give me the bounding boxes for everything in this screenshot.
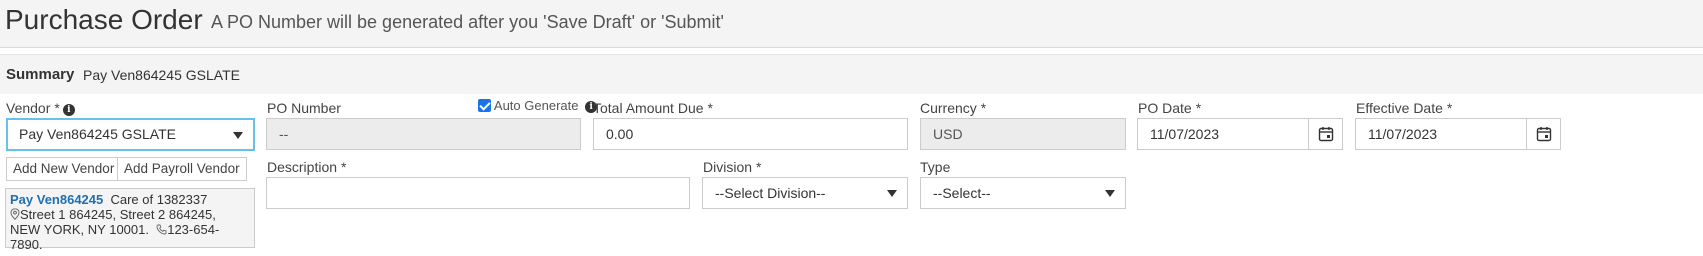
required-marker: * [707, 100, 713, 116]
auto-generate-label: Auto Generate [493, 98, 579, 113]
add-new-vendor-button[interactable]: Add New Vendor [6, 157, 122, 181]
vendor-info-card: Pay Ven864245 Care of 1382337 Street 1 8… [5, 188, 255, 252]
total-amount-label-wrap: Total Amount Due * [593, 100, 713, 116]
required-marker: * [980, 100, 987, 116]
po-number-field: -- [266, 118, 581, 150]
po-date-value: 11/07/2023 [1150, 126, 1220, 142]
description-input[interactable] [266, 177, 690, 209]
page-subtitle: A PO Number will be generated after you … [211, 12, 724, 32]
phone-icon [156, 224, 167, 235]
page-title: Purchase Order [5, 4, 203, 35]
chevron-down-icon [233, 132, 243, 139]
description-label-wrap: Description * [267, 159, 346, 175]
effective-date-value: 11/07/2023 [1368, 126, 1438, 142]
summary-label: Summary [6, 66, 75, 83]
effective-date-label: Effective Date [1356, 100, 1443, 116]
total-amount-label: Total Amount Due [593, 100, 704, 116]
division-label-wrap: Division * [703, 159, 761, 175]
po-date-calendar-button[interactable] [1308, 119, 1342, 149]
add-payroll-vendor-button[interactable]: Add Payroll Vendor [117, 157, 247, 181]
description-label: Description [267, 159, 338, 175]
chevron-down-icon [887, 190, 897, 197]
type-label: Type [920, 159, 951, 175]
summary-value: Pay Ven864245 GSLATE [83, 67, 240, 83]
effective-date-label-wrap: Effective Date * [1356, 100, 1452, 116]
vendor-city: NEW YORK, NY 10001. [10, 222, 149, 237]
po-date-input[interactable]: 11/07/2023 [1137, 118, 1343, 150]
map-pin-icon [10, 208, 20, 220]
calendar-icon [1318, 127, 1333, 142]
currency-label-wrap: Currency * [920, 100, 986, 116]
vendor-select[interactable]: Pay Ven864245 GSLATE [6, 118, 255, 151]
auto-generate-wrap: Auto Generate i [478, 98, 598, 113]
division-select[interactable]: --Select Division-- [702, 177, 908, 209]
type-selected-value: --Select-- [933, 185, 991, 201]
currency-field: USD [920, 118, 1126, 150]
vendor-label-wrap: Vendor * i [6, 100, 75, 116]
calendar-icon [1536, 127, 1551, 142]
required-marker: * [1195, 100, 1202, 116]
chevron-down-icon [1105, 190, 1115, 197]
vendor-selected-value: Pay Ven864245 GSLATE [19, 126, 176, 142]
required-marker: * [756, 159, 762, 175]
page-header: Purchase Order A PO Number will be gener… [0, 0, 1703, 48]
effective-date-calendar-button[interactable] [1526, 119, 1560, 149]
currency-label: Currency [920, 100, 977, 116]
vendor-label: Vendor [6, 100, 51, 116]
total-amount-input[interactable]: 0.00 [593, 118, 908, 150]
vendor-address: Street 1 864245, Street 2 864245, [20, 207, 216, 222]
type-select[interactable]: --Select-- [920, 177, 1126, 209]
auto-generate-checkbox[interactable] [478, 99, 491, 112]
division-selected-value: --Select Division-- [715, 185, 826, 201]
po-number-label: PO Number [267, 100, 341, 116]
required-marker: * [1446, 100, 1453, 116]
required-marker: * [54, 100, 60, 116]
po-date-label-wrap: PO Date * [1138, 100, 1201, 116]
vendor-care-of: Care of 1382337 [110, 192, 208, 207]
effective-date-input[interactable]: 11/07/2023 [1355, 118, 1561, 150]
info-icon[interactable]: i [62, 104, 75, 116]
required-marker: * [341, 159, 347, 175]
po-date-label: PO Date [1138, 100, 1192, 116]
division-label: Division [703, 159, 753, 175]
vendor-name-link[interactable]: Pay Ven864245 [10, 192, 103, 207]
summary-bar: Summary Pay Ven864245 GSLATE [0, 54, 1703, 94]
